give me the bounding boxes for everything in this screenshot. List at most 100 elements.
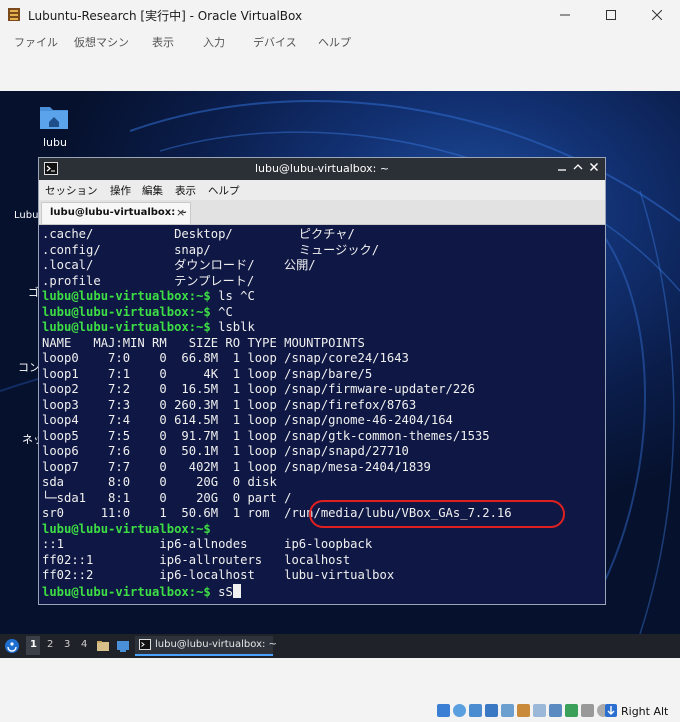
output-text: loop7 7:7 0 402M 1 loop /snap/mesa-2404/… [42, 459, 431, 474]
terminal-app-icon [139, 639, 151, 650]
audio-icon[interactable] [469, 704, 482, 717]
desktop-label-partial: コン [18, 361, 40, 374]
output-text: loop3 7:3 0 260.3M 1 loop /snap/firefox/… [42, 397, 417, 412]
menu-input[interactable]: 入力 [203, 34, 225, 50]
command-text: sS [210, 584, 233, 599]
shell-prompt: lubu@lubu-virtualbox:~$ [42, 304, 211, 319]
output-text: └─sda1 8:1 0 20G 0 part / [42, 490, 292, 505]
vbox-titlebar: Lubuntu-Research [実行中] - Oracle VirtualB… [0, 0, 680, 30]
terminal-menu-session[interactable]: セッション [45, 183, 98, 198]
terminal-prompt-line: lubu@lubu-virtualbox:~$ sS [42, 583, 241, 600]
terminal-output-line: ::1 ip6-allnodes ip6-loopback [42, 537, 372, 553]
menu-devices[interactable]: デバイス [253, 34, 297, 50]
terminal-output-line: loop5 7:5 0 91.7M 1 loop /snap/gtk-commo… [42, 429, 490, 445]
guest-taskbar: 1 2 3 4 lubu@lubu-virtualbox: ~ [0, 634, 680, 658]
terminal-window[interactable]: lubu@lubu-virtualbox: ~ セッション 操作 編集 表示 ヘ… [38, 157, 606, 605]
terminal-menu-edit[interactable]: 編集 [142, 183, 163, 198]
vbox-menubar: ファイル 仮想マシン 表示 入力 デバイス ヘルプ [0, 30, 680, 55]
cpu-icon[interactable] [565, 704, 578, 717]
virtualbox-app-icon [8, 8, 20, 21]
terminal-menu-actions[interactable]: 操作 [110, 183, 131, 198]
tab-close-icon[interactable]: × [176, 206, 185, 219]
recording-icon[interactable] [549, 704, 562, 717]
output-text: .config/ snap/ ミュージック/ [42, 242, 380, 257]
menu-view[interactable]: 表示 [152, 34, 174, 50]
terminal-maximize-button[interactable] [571, 162, 585, 176]
mouse-integration-icon[interactable] [581, 704, 594, 717]
terminal-close-button[interactable] [587, 162, 601, 176]
terminal-output-line: loop3 7:3 0 260.3M 1 loop /snap/firefox/… [42, 398, 416, 414]
minimize-icon [558, 169, 566, 171]
vbox-statusbar: Right Alt [0, 658, 680, 722]
network-icon[interactable] [485, 704, 498, 717]
menu-machine[interactable]: 仮想マシン [74, 34, 129, 50]
shared-folders-icon[interactable] [517, 704, 530, 717]
workspace-2[interactable]: 2 [47, 639, 53, 650]
close-icon [590, 163, 598, 171]
show-desktop-icon[interactable] [116, 639, 130, 653]
maximize-button[interactable] [588, 0, 634, 30]
terminal-output-line: loop7 7:7 0 402M 1 loop /snap/mesa-2404/… [42, 460, 431, 476]
maximize-icon [606, 10, 616, 20]
terminal-output-line: loop0 7:0 0 66.8M 1 loop /snap/core24/16… [42, 351, 409, 367]
terminal-output[interactable]: .cache/ Desktop/ ピクチャ/.config/ snap/ ミュー… [39, 225, 605, 604]
output-text: .cache/ Desktop/ ピクチャ/ [42, 227, 355, 241]
terminal-tab[interactable]: lubu@lubu-virtualbox: ~ × [41, 202, 191, 224]
desktop-label-partial: Lubu [14, 210, 39, 221]
red-annotation-oval [309, 500, 565, 528]
host-key-label: Right Alt [621, 705, 669, 718]
terminal-output-line: loop1 7:1 0 4K 1 loop /snap/bare/5 [42, 367, 372, 383]
terminal-output-line: .config/ snap/ ミュージック/ [42, 243, 379, 259]
menu-file[interactable]: ファイル [14, 34, 58, 50]
hard-disk-icon[interactable] [437, 704, 450, 717]
terminal-prompt-line: lubu@lubu-virtualbox:~$ ls ^C [42, 289, 255, 305]
terminal-output-line: NAME MAJ:MIN RM SIZE RO TYPE MOUNTPOINTS [42, 336, 365, 352]
terminal-output-line: sda 8:0 0 20G 0 disk [42, 475, 277, 491]
host-key-arrow-icon [605, 704, 617, 717]
window-title: Lubuntu-Research [実行中] - Oracle VirtualB… [28, 9, 303, 23]
close-button[interactable] [634, 0, 680, 30]
terminal-menu-view[interactable]: 表示 [175, 183, 196, 198]
terminal-prompt-line: lubu@lubu-virtualbox:~$ [42, 522, 211, 538]
desktop-icon-label: lubu [43, 136, 67, 149]
display-icon[interactable] [533, 704, 546, 717]
output-text: loop6 7:6 0 50.1M 1 loop /snap/snapd/277… [42, 444, 409, 458]
output-text: loop4 7:4 0 614.5M 1 loop /snap/gnome-46… [42, 413, 453, 427]
shell-prompt: lubu@lubu-virtualbox:~$ [42, 320, 211, 334]
terminal-minimize-button[interactable] [555, 162, 569, 176]
minimize-button[interactable] [542, 0, 588, 30]
taskbar-terminal-item[interactable]: lubu@lubu-virtualbox: ~ [135, 636, 277, 656]
command-text: ^C [210, 304, 233, 319]
usb-icon[interactable] [501, 704, 514, 717]
output-text: loop1 7:1 0 4K 1 loop /snap/bare/5 [42, 366, 373, 381]
terminal-menubar: セッション 操作 編集 表示 ヘルプ [39, 180, 605, 200]
terminal-prompt-line: lubu@lubu-virtualbox:~$ lsblk [42, 320, 255, 336]
output-text: loop5 7:5 0 91.7M 1 loop /snap/gtk-commo… [42, 428, 490, 443]
optical-drive-icon[interactable] [453, 704, 466, 717]
workspace-1[interactable]: 1 [30, 639, 37, 650]
text-cursor [232, 583, 241, 598]
terminal-output-line: ff02::2 ip6-localhost lubu-virtualbox [42, 568, 394, 584]
output-text: NAME MAJ:MIN RM SIZE RO TYPE MOUNTPOINTS [42, 335, 365, 350]
close-icon [652, 10, 662, 20]
workspace-3[interactable]: 3 [64, 639, 70, 650]
terminal-output-line: └─sda1 8:1 0 20G 0 part / [42, 491, 291, 507]
home-folder-icon[interactable] [39, 103, 69, 131]
command-text: ls ^C [210, 289, 255, 303]
output-text: ::1 ip6-allnodes ip6-loopback [42, 537, 373, 551]
terminal-titlebar[interactable]: lubu@lubu-virtualbox: ~ [39, 158, 605, 180]
workspace-4[interactable]: 4 [81, 639, 87, 650]
menu-help[interactable]: ヘルプ [318, 34, 351, 50]
terminal-output-line: loop6 7:6 0 50.1M 1 loop /snap/snapd/277… [42, 444, 409, 460]
terminal-output-line: .cache/ Desktop/ ピクチャ/ [42, 227, 355, 243]
output-text: ff02::1 ip6-allrouters localhost [42, 552, 351, 567]
terminal-prompt-line: lubu@lubu-virtualbox:~$ ^C [42, 305, 233, 321]
shell-prompt: lubu@lubu-virtualbox:~$ [42, 584, 211, 599]
file-manager-icon[interactable] [96, 639, 110, 653]
shell-prompt: lubu@lubu-virtualbox:~$ [42, 521, 211, 536]
terminal-menu-help[interactable]: ヘルプ [208, 183, 240, 198]
output-text: .local/ ダウンロード/ 公開/ [42, 258, 316, 272]
terminal-output-line: ff02::1 ip6-allrouters localhost [42, 553, 350, 569]
terminal-title: lubu@lubu-virtualbox: ~ [254, 162, 390, 175]
lubuntu-menu-icon[interactable] [4, 638, 20, 654]
